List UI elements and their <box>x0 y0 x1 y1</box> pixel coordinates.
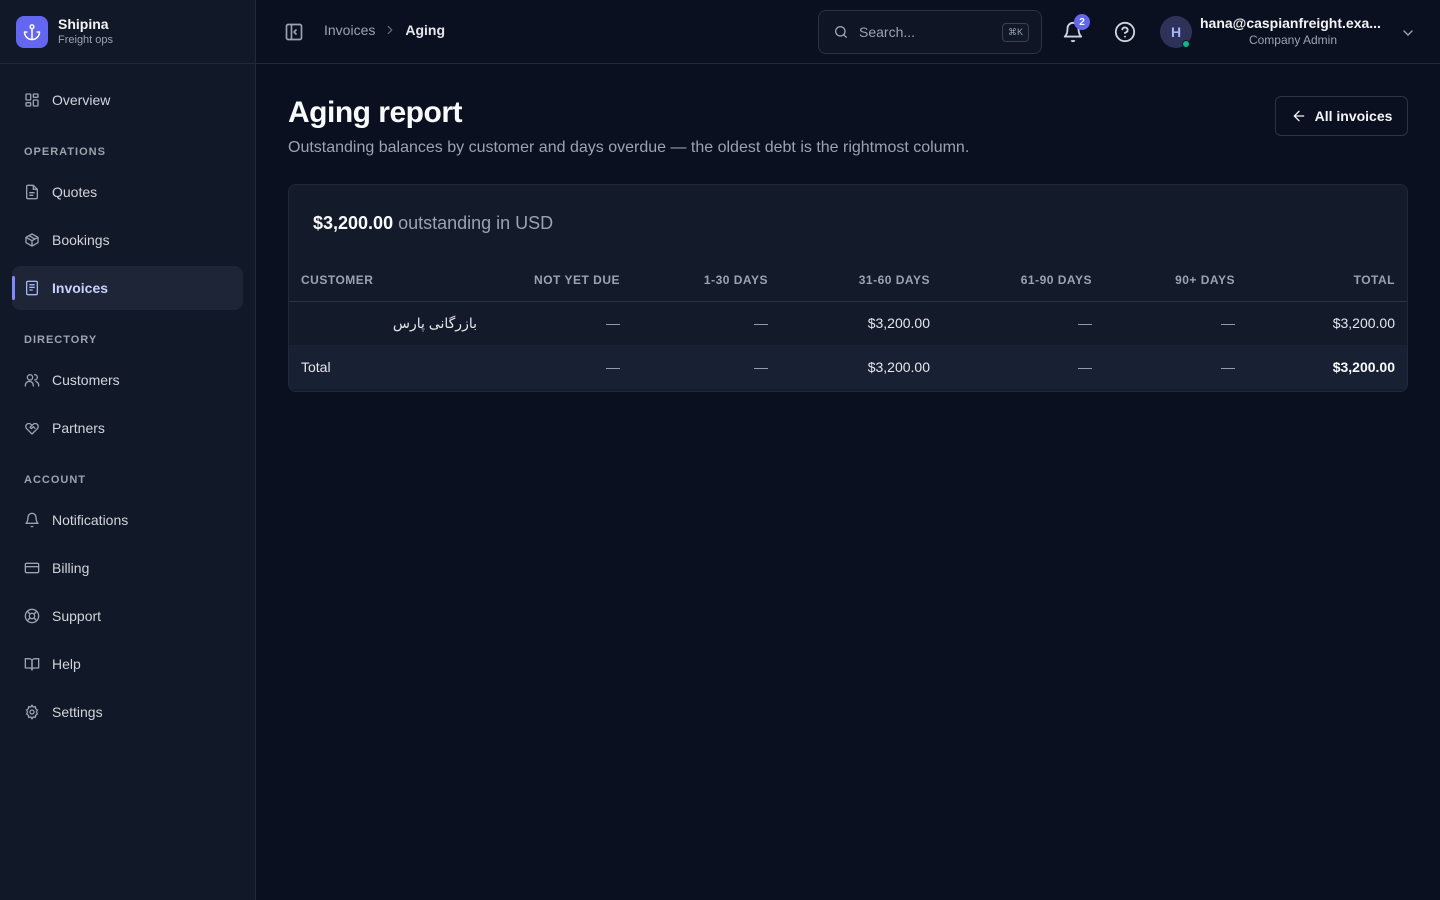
cell-61-90-days: — <box>942 301 1104 346</box>
column-header-1-30-days[interactable]: 1-30 DAYS <box>632 259 780 302</box>
anchor-icon <box>16 15 48 48</box>
sidebar-item-invoices[interactable]: Invoices <box>12 266 243 310</box>
outstanding-text: outstanding in USD <box>398 213 554 233</box>
sidebar-item-label: Notifications <box>52 512 129 528</box>
package-icon <box>25 233 39 247</box>
search-icon <box>835 26 847 38</box>
credit-card-icon <box>24 562 40 574</box>
all-invoices-label: All invoices <box>1314 108 1393 124</box>
breadcrumb-current: Aging <box>405 22 446 38</box>
all-invoices-button[interactable]: All invoices <box>1275 96 1408 136</box>
chevron-down-icon[interactable] <box>1400 25 1416 41</box>
column-header-customer[interactable]: CUSTOMER <box>289 259 489 302</box>
chevron-right-icon <box>388 25 393 35</box>
topbar: Invoices Aging Search... ⌘K 2 H hana@cas… <box>256 0 1440 64</box>
table-header-row: CUSTOMER NOT YET DUE 1-30 DAYS 31-60 DAY… <box>289 259 1407 302</box>
users-icon <box>24 374 40 387</box>
sidebar-item-label: Partners <box>52 420 105 436</box>
notification-count-badge: 2 <box>1074 14 1090 30</box>
totals-label: Total <box>301 359 331 376</box>
sidebar-item-overview[interactable]: Overview <box>12 78 243 122</box>
file-text-icon <box>26 184 38 200</box>
column-header-not-yet-due[interactable]: NOT YET DUE <box>489 259 632 302</box>
nav-section-account: ACCOUNT <box>24 474 86 486</box>
breadcrumb: Invoices Aging <box>324 22 445 38</box>
nav-section-operations: OPERATIONS <box>24 146 106 158</box>
sidebar-item-label: Support <box>52 608 102 624</box>
column-header-61-90-days[interactable]: 61-90 DAYS <box>942 259 1104 302</box>
user-menu[interactable]: hana@caspianfreight.exa... Company Admin <box>1200 15 1386 47</box>
aging-table: CUSTOMER NOT YET DUE 1-30 DAYS 31-60 DAY… <box>289 259 1407 389</box>
sidebar-item-notifications[interactable]: Notifications <box>12 498 243 542</box>
sidebar-item-bookings[interactable]: Bookings <box>12 218 243 262</box>
page-title: Aging report <box>288 96 463 129</box>
totals-90-plus-days: — <box>1221 359 1235 376</box>
handshake-icon <box>25 422 39 435</box>
help-circle-icon[interactable] <box>1114 21 1136 43</box>
totals-31-60-days: $3,200.00 <box>867 359 930 376</box>
sidebar-item-billing[interactable]: Billing <box>12 546 243 590</box>
cell-not-yet-due: — <box>489 301 632 346</box>
arrow-left-icon <box>1292 110 1304 122</box>
outstanding-amount: $3,200.00 <box>313 213 394 233</box>
sidebar-item-settings[interactable]: Settings <box>12 690 243 734</box>
receipt-icon <box>26 280 38 296</box>
totals-61-90-days: — <box>1078 359 1092 376</box>
search-placeholder: Search... <box>859 24 916 40</box>
cell-90-plus-days: — <box>1104 301 1247 346</box>
brand-subtitle: Freight ops <box>58 34 114 46</box>
sidebar-item-customers[interactable]: Customers <box>12 358 243 402</box>
sidebar-item-label: Customers <box>52 372 120 388</box>
page-description: Outstanding balances by customer and day… <box>288 139 970 156</box>
totals-1-30-days: — <box>754 359 768 376</box>
brand-name: Shipina <box>58 16 109 32</box>
gear-icon <box>25 704 39 720</box>
search-shortcut: ⌘K <box>1001 22 1029 42</box>
breadcrumb-invoices[interactable]: Invoices <box>324 22 375 38</box>
column-header-31-60-days[interactable]: 31-60 DAYS <box>780 259 942 302</box>
sidebar-item-label: Overview <box>52 92 111 108</box>
cell-31-60-days: $3,200.00 <box>780 301 942 346</box>
sidebar-item-quotes[interactable]: Quotes <box>12 170 243 214</box>
life-buoy-icon <box>24 608 40 624</box>
aging-card: $3,200.00 outstanding in USD CUSTOMER NO… <box>288 184 1408 392</box>
search-input[interactable]: Search... ⌘K <box>818 10 1042 54</box>
cell-total: $3,200.00 <box>1247 301 1407 346</box>
sidebar-item-label: Bookings <box>52 232 110 248</box>
online-status-dot <box>1182 40 1190 48</box>
user-email: hana@caspianfreight.exa... <box>1200 15 1381 31</box>
cell-1-30-days: — <box>632 301 780 346</box>
table-row[interactable]: بازرگانی پارس — — $3,200.00 — — $3,200.0… <box>289 301 1407 346</box>
grid-icon <box>25 93 39 107</box>
customer-name: بازرگانی پارس <box>392 314 477 331</box>
sidebar-item-label: Invoices <box>52 280 109 296</box>
column-header-total[interactable]: TOTAL <box>1247 259 1407 302</box>
brand[interactable]: Shipina Freight ops <box>0 0 255 64</box>
sidebar-item-label: Settings <box>52 704 103 720</box>
sidebar-nav: Overview OPERATIONS Quotes Bookings Invo… <box>12 78 243 738</box>
bell-icon <box>25 512 39 528</box>
outstanding-summary: $3,200.00 outstanding in USD <box>313 213 553 234</box>
sidebar-item-support[interactable]: Support <box>12 594 243 638</box>
totals-row: Total — — $3,200.00 — — $3,200.00 <box>289 345 1407 389</box>
book-open-icon <box>24 658 40 671</box>
column-header-90-plus-days[interactable]: 90+ DAYS <box>1104 259 1247 302</box>
totals-not-yet-due: — <box>606 359 620 376</box>
user-role: Company Admin <box>1248 33 1338 47</box>
totals-grand-total: $3,200.00 <box>1332 359 1395 376</box>
sidebar: Shipina Freight ops Overview OPERATIONS … <box>0 0 256 900</box>
sidebar-item-partners[interactable]: Partners <box>12 406 243 450</box>
sidebar-item-help[interactable]: Help <box>12 642 243 686</box>
cell-customer[interactable]: بازرگانی پارس <box>289 301 489 346</box>
sidebar-item-label: Quotes <box>52 184 98 200</box>
sidebar-item-label: Help <box>52 656 81 672</box>
sidebar-toggle-icon[interactable] <box>284 22 304 42</box>
sidebar-item-label: Billing <box>52 560 90 576</box>
nav-section-directory: DIRECTORY <box>24 334 98 346</box>
